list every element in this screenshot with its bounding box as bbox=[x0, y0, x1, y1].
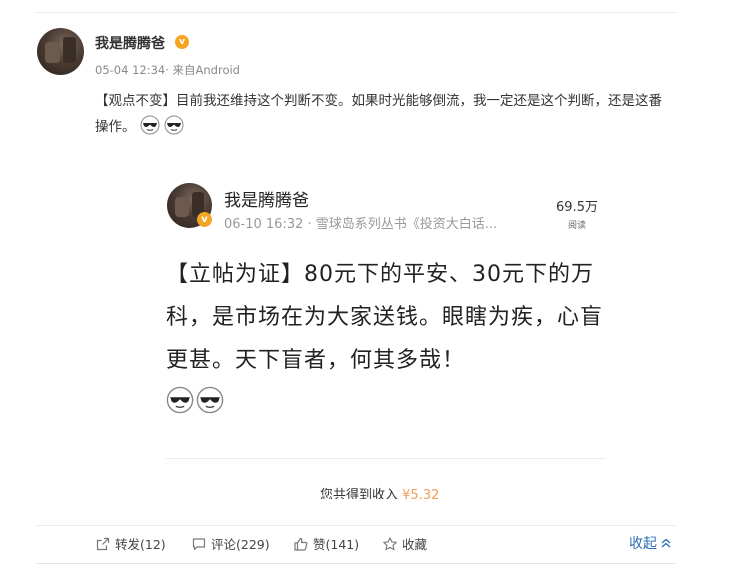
sunglasses-emoji-icon bbox=[196, 386, 224, 414]
repost-button[interactable]: 转发(12) bbox=[95, 534, 166, 553]
quoted-post-text: 【立帖为证】80元下的平安、30元下的万科，是市场在为大家送钱。眼瞎为疾，心盲更… bbox=[166, 262, 604, 373]
comment-button[interactable]: 评论(229) bbox=[191, 534, 270, 553]
income-line: 您共得到收入 ¥5.32 bbox=[320, 484, 439, 499]
top-divider bbox=[36, 12, 676, 13]
quoted-author-name[interactable]: 我是腾腾爸 bbox=[224, 186, 309, 211]
repost-label: 转发(12) bbox=[115, 537, 166, 552]
bottom-divider bbox=[36, 563, 676, 564]
post-text: 【观点不变】目前我还维持这个判断不变。如果时光能够倒流，我一定还是这个判断，还是… bbox=[95, 88, 670, 140]
views-label: 阅读 bbox=[567, 221, 586, 231]
sunglasses-emoji-icon bbox=[140, 115, 159, 135]
like-button[interactable]: 赞(141) bbox=[293, 534, 359, 553]
quoted-emoji-row bbox=[166, 386, 226, 418]
favorite-button[interactable]: 收藏 bbox=[382, 534, 427, 553]
repost-icon bbox=[96, 537, 110, 550]
collapse-button[interactable]: 收起 bbox=[629, 533, 672, 553]
comment-icon bbox=[192, 537, 206, 550]
quoted-verified-badge-icon: v bbox=[197, 212, 212, 227]
comment-label: 评论(229) bbox=[211, 537, 270, 552]
post-meta: 05-04 12:34· 来自Android bbox=[95, 63, 240, 77]
income-amount: ¥5.32 bbox=[402, 488, 440, 499]
quoted-post-meta: 06-10 16:32 · 雪球岛系列丛书《投资大白话... bbox=[224, 217, 498, 232]
star-icon bbox=[383, 536, 397, 550]
collapse-label: 收起 bbox=[629, 536, 657, 552]
like-label: 赞(141) bbox=[313, 537, 360, 552]
verified-badge-icon: v bbox=[175, 35, 189, 49]
action-divider bbox=[36, 525, 676, 526]
author-name[interactable]: 我是腾腾爸 bbox=[95, 33, 165, 53]
sunglasses-emoji-icon bbox=[166, 386, 194, 414]
thumbs-up-icon bbox=[294, 537, 308, 551]
sunglasses-emoji-icon bbox=[164, 115, 183, 135]
double-chevron-up-icon bbox=[661, 538, 671, 548]
favorite-label: 收藏 bbox=[402, 537, 428, 552]
income-label: 您共得到收入 bbox=[320, 488, 399, 499]
card-divider bbox=[166, 458, 606, 459]
author-avatar[interactable] bbox=[37, 28, 84, 75]
views-count: 69.5万 bbox=[556, 200, 598, 215]
